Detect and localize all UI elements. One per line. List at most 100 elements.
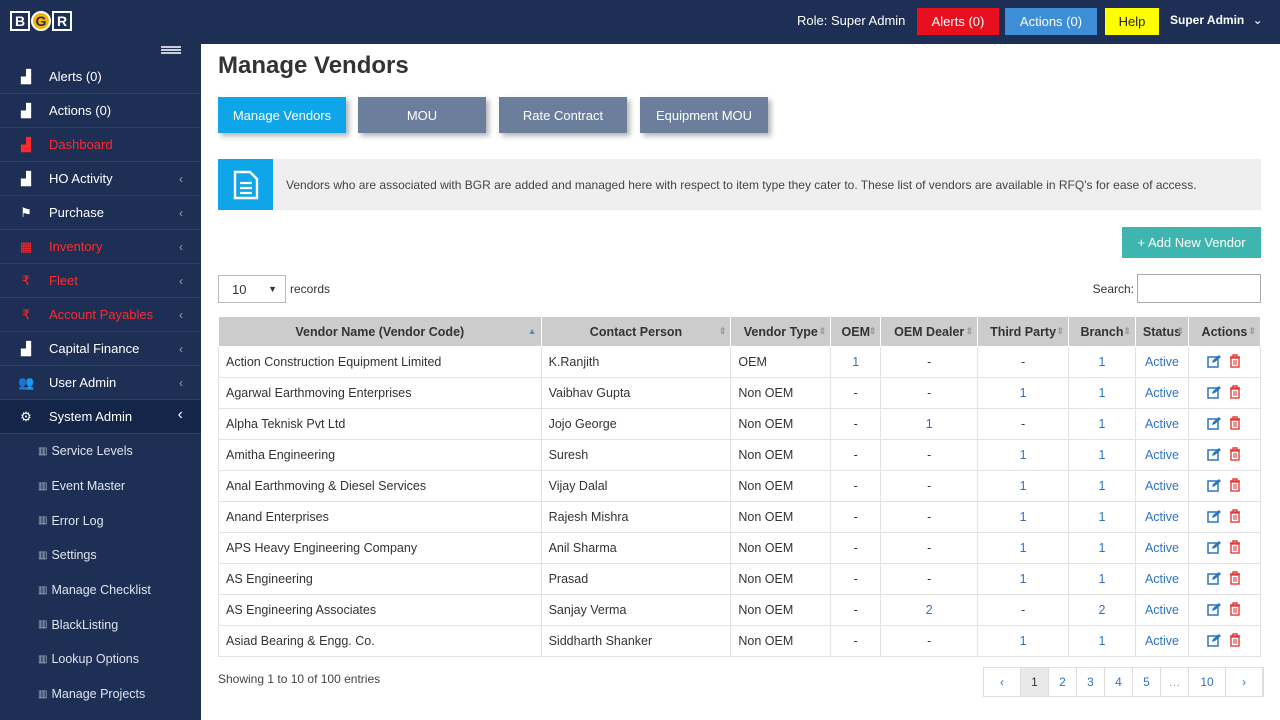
status-cell[interactable]: Active bbox=[1134, 408, 1189, 440]
actions-button[interactable]: Actions (0) bbox=[1005, 8, 1097, 35]
edit-icon[interactable] bbox=[1207, 416, 1222, 433]
edit-icon[interactable] bbox=[1207, 509, 1222, 526]
delete-icon[interactable] bbox=[1229, 601, 1241, 619]
hamburger-menu-icon[interactable] bbox=[161, 46, 181, 54]
submenu-item-manage-checklist[interactable]: ▥ Manage Checklist bbox=[0, 573, 201, 608]
branch-cell[interactable]: 1 bbox=[1068, 346, 1136, 378]
branch-cell[interactable]: 1 bbox=[1068, 377, 1136, 409]
help-button[interactable]: Help bbox=[1105, 8, 1159, 35]
column-header[interactable]: OEM Dealer ⇕ bbox=[880, 316, 979, 347]
status-cell[interactable]: Active bbox=[1134, 439, 1189, 471]
bgr-logo[interactable]: B G R bbox=[10, 8, 73, 34]
sidebar-item-purchase[interactable]: ⚑ Purchase ‹ bbox=[0, 196, 201, 230]
oem-dealer-cell[interactable]: 1 bbox=[880, 408, 979, 440]
sidebar-item-alerts-0[interactable]: ▟ Alerts (0) bbox=[0, 60, 201, 94]
third-party-cell[interactable]: 1 bbox=[977, 532, 1070, 564]
sidebar-item-inventory[interactable]: ▦ Inventory ‹ bbox=[0, 230, 201, 264]
third-party-cell[interactable]: 1 bbox=[977, 563, 1070, 595]
sidebar-item-actions-0[interactable]: ▟ Actions (0) bbox=[0, 94, 201, 128]
sidebar-item-fleet[interactable]: ₹ Fleet ‹ bbox=[0, 264, 201, 298]
edit-icon[interactable] bbox=[1207, 354, 1222, 371]
oem-dealer-cell[interactable]: 2 bbox=[880, 594, 979, 626]
edit-icon[interactable] bbox=[1207, 540, 1222, 557]
tab-mou[interactable]: MOU bbox=[358, 97, 486, 133]
delete-icon[interactable] bbox=[1229, 446, 1241, 464]
column-header[interactable]: Third Party ⇕ bbox=[977, 316, 1070, 347]
page-button[interactable]: 10 bbox=[1189, 668, 1226, 696]
edit-icon[interactable] bbox=[1207, 478, 1222, 495]
page-button[interactable]: 3 bbox=[1077, 668, 1105, 696]
branch-cell[interactable]: 1 bbox=[1068, 563, 1136, 595]
submenu-item-service-levels[interactable]: ▥ Service Levels bbox=[0, 434, 201, 469]
branch-cell[interactable]: 1 bbox=[1068, 501, 1136, 533]
alerts-button[interactable]: Alerts (0) bbox=[917, 8, 999, 35]
sidebar-item-user-admin[interactable]: 👥 User Admin ‹ bbox=[0, 366, 201, 400]
status-cell[interactable]: Active bbox=[1134, 532, 1189, 564]
sidebar-item-account-payables[interactable]: ₹ Account Payables ‹ bbox=[0, 298, 201, 332]
third-party-cell[interactable]: 1 bbox=[977, 625, 1070, 657]
tab-equipment-mou[interactable]: Equipment MOU bbox=[640, 97, 768, 133]
branch-cell[interactable]: 1 bbox=[1068, 625, 1136, 657]
edit-icon[interactable] bbox=[1207, 602, 1222, 619]
oem-cell[interactable]: 1 bbox=[830, 346, 882, 378]
sidebar-item-ho-activity[interactable]: ▟ HO Activity ‹ bbox=[0, 162, 201, 196]
submenu-item-lookup-options[interactable]: ▥ Lookup Options bbox=[0, 642, 201, 677]
column-header[interactable]: Vendor Name (Vendor Code) ▲ bbox=[218, 316, 542, 347]
edit-icon[interactable] bbox=[1207, 633, 1222, 650]
branch-cell[interactable]: 1 bbox=[1068, 408, 1136, 440]
submenu-item-event-master[interactable]: ▥ Event Master bbox=[0, 469, 201, 504]
third-party-cell[interactable]: 1 bbox=[977, 470, 1070, 502]
status-cell[interactable]: Active bbox=[1134, 346, 1189, 378]
third-party-cell[interactable]: 1 bbox=[977, 501, 1070, 533]
prev-page-button[interactable]: ‹ bbox=[984, 668, 1021, 696]
next-page-button[interactable]: › bbox=[1226, 668, 1263, 696]
search-input[interactable] bbox=[1137, 274, 1261, 303]
submenu-item-blacklisting[interactable]: ▥ BlackListing bbox=[0, 607, 201, 642]
column-header[interactable]: Branch ⇕ bbox=[1068, 316, 1136, 347]
sidebar-item-dashboard[interactable]: ▟ Dashboard bbox=[0, 128, 201, 162]
status-cell[interactable]: Active bbox=[1134, 377, 1189, 409]
edit-icon[interactable] bbox=[1207, 447, 1222, 464]
delete-icon[interactable] bbox=[1229, 353, 1241, 371]
status-cell[interactable]: Active bbox=[1134, 625, 1189, 657]
branch-cell[interactable]: 1 bbox=[1068, 532, 1136, 564]
edit-icon[interactable] bbox=[1207, 571, 1222, 588]
delete-icon[interactable] bbox=[1229, 415, 1241, 433]
column-header[interactable]: Contact Person ⇕ bbox=[540, 316, 732, 347]
delete-icon[interactable] bbox=[1229, 539, 1241, 557]
delete-icon[interactable] bbox=[1229, 632, 1241, 650]
delete-icon[interactable] bbox=[1229, 477, 1241, 495]
branch-cell[interactable]: 1 bbox=[1068, 439, 1136, 471]
edit-icon[interactable] bbox=[1207, 385, 1222, 402]
records-select[interactable]: 10 ▼ bbox=[218, 275, 286, 303]
page-button[interactable]: 5 bbox=[1133, 668, 1161, 696]
third-party-cell[interactable]: 1 bbox=[977, 377, 1070, 409]
third-party-cell[interactable]: 1 bbox=[977, 439, 1070, 471]
submenu-item-settings[interactable]: ▥ Settings bbox=[0, 538, 201, 573]
status-cell[interactable]: Active bbox=[1134, 594, 1189, 626]
submenu-item-manage-projects[interactable]: ▥ Manage Projects bbox=[0, 677, 201, 712]
branch-cell[interactable]: 1 bbox=[1068, 470, 1136, 502]
status-cell[interactable]: Active bbox=[1134, 501, 1189, 533]
delete-icon[interactable] bbox=[1229, 508, 1241, 526]
sidebar-item-system-admin[interactable]: ⚙ System Admin ‹ bbox=[0, 400, 201, 434]
branch-cell[interactable]: 2 bbox=[1068, 594, 1136, 626]
table-row: Amitha Engineering Suresh Non OEM - -1 1 Activ… bbox=[218, 439, 1262, 471]
page-button[interactable]: 1 bbox=[1021, 668, 1049, 696]
delete-icon[interactable] bbox=[1229, 570, 1241, 588]
status-cell[interactable]: Active bbox=[1134, 563, 1189, 595]
delete-icon[interactable] bbox=[1229, 384, 1241, 402]
tab-rate-contract[interactable]: Rate Contract bbox=[499, 97, 627, 133]
column-header[interactable]: Actions ⇕ bbox=[1187, 316, 1262, 347]
status-cell[interactable]: Active bbox=[1134, 470, 1189, 502]
user-menu[interactable]: Super Admin ⌄ bbox=[1170, 13, 1263, 27]
sidebar-item-capital-finance[interactable]: ▟ Capital Finance ‹ bbox=[0, 332, 201, 366]
page-button[interactable]: 4 bbox=[1105, 668, 1133, 696]
page-button[interactable]: 2 bbox=[1049, 668, 1077, 696]
column-header[interactable]: OEM ⇕ bbox=[830, 316, 882, 347]
column-header[interactable]: Vendor Type ⇕ bbox=[730, 316, 832, 347]
tab-manage-vendors[interactable]: Manage Vendors bbox=[218, 97, 346, 133]
submenu-item-error-log[interactable]: ▥ Error Log bbox=[0, 503, 201, 538]
add-vendor-button[interactable]: + Add New Vendor bbox=[1122, 227, 1261, 258]
column-header[interactable]: Status ⇕ bbox=[1134, 316, 1189, 347]
